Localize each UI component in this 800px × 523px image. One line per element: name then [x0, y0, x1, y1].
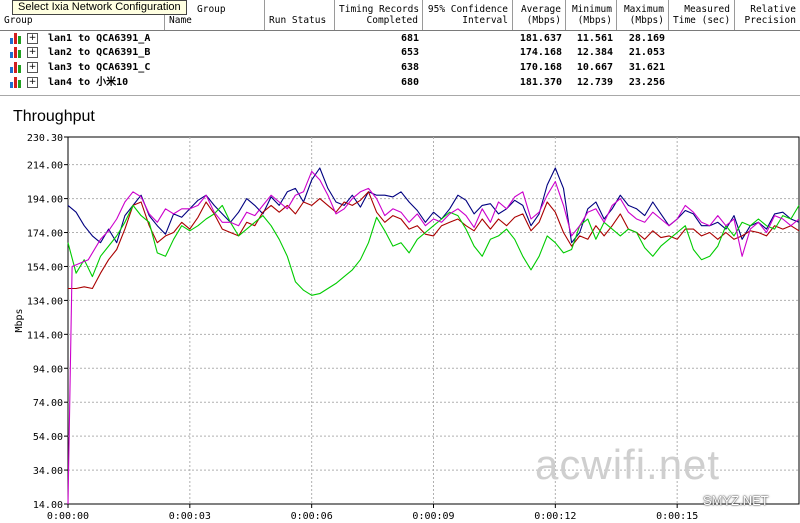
expand-icon[interactable]: +	[27, 33, 38, 44]
row-icons: +	[10, 77, 40, 88]
cell-maximum: 31.621	[628, 62, 665, 73]
y-tick-label: 230.30	[27, 133, 63, 144]
cell-maximum: 21.053	[628, 47, 665, 58]
bar-chart-icon	[10, 77, 21, 88]
column-header-confidence-line2: Interval	[462, 15, 508, 26]
chart-title: Throughput	[13, 108, 95, 125]
x-tick-label: 0:00:15	[656, 511, 698, 522]
row-icons: +	[10, 47, 40, 58]
column-header-maximum[interactable]: Maximum (Mbps)	[617, 0, 669, 30]
table-row[interactable]: + lan3 to QCA6391_C 638 170.168 10.667 31.621	[0, 60, 800, 75]
column-header-measured-line1: Measured	[684, 4, 730, 15]
x-tick-label: 0:00:03	[169, 511, 211, 522]
column-header-group2-label: Group	[197, 4, 226, 15]
column-header-run-status[interactable]: Run Status	[265, 0, 335, 30]
bar-chart-icon	[10, 47, 21, 58]
column-header-relative-line1: Relative	[750, 4, 796, 15]
cell-minimum: 12.384	[576, 47, 613, 58]
cell-records: 653	[400, 47, 419, 58]
cell-minimum: 10.667	[576, 62, 613, 73]
column-header-name-label: Name	[169, 15, 192, 26]
column-header-maximum-line2: (Mbps)	[629, 15, 664, 26]
cell-records: 638	[400, 62, 419, 73]
y-tick-label: 114.00	[27, 330, 63, 341]
y-tick-label: 14.00	[33, 500, 63, 511]
row-pair-label: lan1 to QCA6391_A	[48, 33, 151, 44]
column-header-relative-line2: Precision	[744, 15, 796, 26]
throughput-chart: 230.30 214.00 194.00 174.00 154.00 134.00 114.…	[0, 96, 800, 523]
column-header-timing-records-line2: Completed	[366, 15, 418, 26]
column-header-minimum[interactable]: Minimum (Mbps)	[566, 0, 617, 30]
column-header-measured-time[interactable]: Measured Time (sec)	[669, 0, 735, 30]
column-header-average-line1: Average	[520, 4, 561, 15]
y-tick-label: 174.00	[27, 229, 63, 240]
column-header-average-line2: (Mbps)	[526, 15, 561, 26]
expand-icon[interactable]: +	[27, 62, 38, 73]
cell-records: 681	[400, 33, 419, 44]
column-header-confidence[interactable]: 95% Confidence Interval	[423, 0, 513, 30]
cell-average: 181.370	[519, 77, 562, 88]
y-tick-label: 34.00	[33, 466, 63, 477]
ixchariot-results-window: Group Group Name Run Status Timing Recor…	[0, 0, 800, 523]
y-tick-label: 194.00	[27, 195, 63, 206]
row-pair-label: lan4 to 小米10	[48, 77, 129, 88]
x-tick-label: 0:00:06	[291, 511, 333, 522]
cell-average: 181.637	[519, 33, 562, 44]
column-header-minimum-line2: (Mbps)	[577, 15, 612, 26]
column-header-average[interactable]: Average (Mbps)	[513, 0, 566, 30]
row-pair-label: lan3 to QCA6391_C	[48, 62, 151, 73]
x-tick-label: 0:00:12	[534, 511, 576, 522]
watermark: acwifi.net	[535, 441, 721, 488]
column-header-maximum-line1: Maximum	[623, 4, 664, 15]
column-header-group-label: Group	[4, 15, 33, 26]
cell-average: 170.168	[519, 62, 562, 73]
x-tick-label: 0:00:00	[47, 511, 89, 522]
x-tick-label: 0:00:09	[412, 511, 454, 522]
tooltip: Select Ixia Network Configuration	[12, 0, 187, 15]
table-row[interactable]: + lan2 to QCA6391_B 653 174.168 12.384 21.053	[0, 45, 800, 60]
expand-icon[interactable]: +	[27, 77, 38, 88]
cell-average: 174.168	[519, 47, 562, 58]
results-table: Group Group Name Run Status Timing Recor…	[0, 0, 800, 96]
column-header-confidence-line1: 95% Confidence	[427, 4, 508, 15]
table-row[interactable]: + lan1 to QCA6391_A 681 181.637 11.561 28.169	[0, 31, 800, 46]
expand-icon[interactable]: +	[27, 47, 38, 58]
column-header-measured-line2: Time (sec)	[673, 15, 731, 26]
column-header-run-status-label: Run Status	[269, 15, 327, 26]
site-watermark: SMYZ.NET	[703, 493, 769, 508]
row-pair-label: lan2 to QCA6391_B	[48, 47, 151, 58]
cell-maximum: 23.256	[628, 77, 665, 88]
y-tick-label: 94.00	[33, 364, 63, 375]
y-tick-label: 154.00	[27, 262, 63, 273]
cell-minimum: 12.739	[576, 77, 613, 88]
column-header-relative-precision[interactable]: Relative Precision	[735, 0, 800, 30]
bar-chart-icon	[10, 62, 21, 73]
row-icons: +	[10, 33, 40, 44]
cell-minimum: 11.561	[576, 33, 613, 44]
y-tick-label: 214.00	[27, 161, 63, 172]
cell-records: 680	[400, 77, 419, 88]
bar-chart-icon	[10, 33, 21, 44]
y-tick-label: 74.00	[33, 398, 63, 409]
column-header-timing-records-line1: Timing Records	[339, 4, 420, 15]
y-tick-label: 54.00	[33, 432, 63, 443]
column-header-timing-records[interactable]: Timing Records Completed	[335, 0, 423, 30]
row-icons: +	[10, 62, 40, 73]
column-header-minimum-line1: Minimum	[571, 4, 612, 15]
table-row[interactable]: + lan4 to 小米10 680 181.370 12.739 23.256	[0, 75, 800, 90]
cell-maximum: 28.169	[628, 33, 665, 44]
y-tick-label: 134.00	[27, 296, 63, 307]
y-axis-label: Mbps	[14, 308, 25, 332]
